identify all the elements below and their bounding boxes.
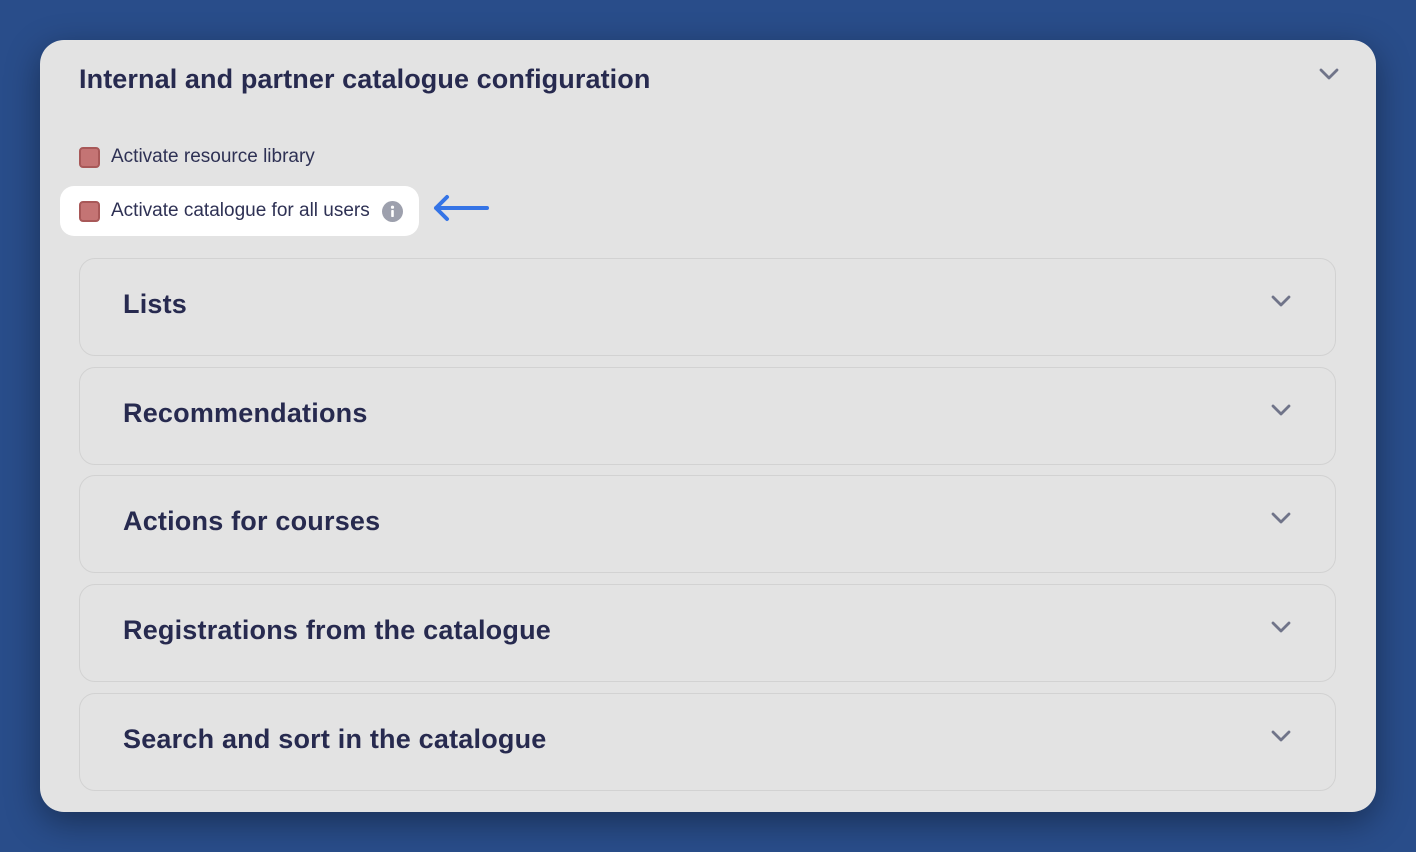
chevron-down-icon — [1271, 295, 1291, 307]
panel-title: Internal and partner catalogue configura… — [79, 64, 651, 94]
section-lists[interactable]: Lists — [79, 258, 1336, 356]
chevron-down-icon — [1271, 730, 1291, 742]
section-title: Lists — [123, 289, 188, 319]
chevron-down-icon — [1271, 404, 1291, 416]
chevron-down-icon — [1271, 512, 1291, 524]
catalogue-configuration-panel: Internal and partner catalogue configura… — [40, 40, 1376, 812]
arrow-left-icon — [434, 195, 489, 221]
section-search-and-sort[interactable]: Search and sort in the catalogue — [79, 693, 1336, 791]
section-title: Registrations from the catalogue — [123, 615, 551, 645]
activate-resource-library-label: Activate resource library — [111, 146, 315, 167]
info-icon[interactable] — [381, 200, 403, 222]
section-registrations-from-catalogue[interactable]: Registrations from the catalogue — [79, 584, 1336, 682]
panel-collapse-toggle[interactable] — [1316, 62, 1342, 86]
activate-resource-library-option[interactable]: Activate resource library — [79, 144, 315, 170]
activate-resource-library-checkbox[interactable] — [79, 146, 100, 168]
activate-catalogue-all-users-label: Activate catalogue for all users — [111, 200, 370, 221]
section-recommendations[interactable]: Recommendations — [79, 367, 1336, 465]
chevron-down-icon — [1271, 621, 1291, 633]
activate-catalogue-all-users-checkbox[interactable] — [79, 200, 100, 222]
section-title: Actions for courses — [123, 506, 381, 536]
section-title: Search and sort in the catalogue — [123, 724, 547, 754]
chevron-down-icon — [1319, 68, 1339, 80]
section-title: Recommendations — [123, 398, 368, 428]
activate-catalogue-all-users-option[interactable]: Activate catalogue for all users — [60, 186, 419, 236]
section-actions-for-courses[interactable]: Actions for courses — [79, 475, 1336, 573]
